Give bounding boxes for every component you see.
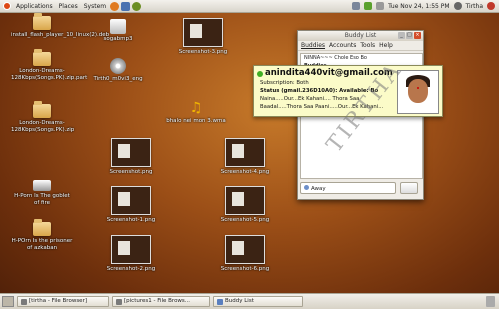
minimize-icon[interactable]: _ [398, 32, 405, 39]
taskbar-item-pictures[interactable]: [pictures1 - File Brows... [112, 296, 210, 307]
taskbar-item-file-browser[interactable]: [tirtha - File Browser] [17, 296, 109, 307]
desktop-icon-screenshot-3[interactable]: Screenshot-3.png [172, 18, 234, 56]
pidgin-tray-icon[interactable] [364, 2, 373, 10]
desktop-icon-flash[interactable]: install_flash_player_10_linux(2).deb [11, 13, 110, 39]
image-thumbnail-icon [183, 18, 223, 47]
places-menu[interactable]: Places [56, 3, 81, 10]
desktop-icon-label: Screenshot-4.png [220, 169, 270, 175]
desktop-icon-label: Screenshot-5.png [220, 217, 270, 223]
desktop-icon-label: London-Dreams-128Kbps(Songs.PK).zip.part [11, 68, 88, 81]
desktop-icon-label: H-POrn Is the prisoner of azkaban [11, 238, 73, 251]
taskbar-label: [tirtha - File Browser] [29, 298, 87, 304]
desktop-icon-label: Screenshot-3.png [178, 49, 228, 55]
music-note-icon: ♫ [189, 100, 203, 116]
system-menu[interactable]: System [81, 3, 109, 10]
folder-icon [116, 298, 122, 305]
dvd-icon [110, 58, 126, 74]
desktop-icon-screenshot-6[interactable]: Screenshot-6.png [214, 235, 276, 273]
power-icon[interactable] [487, 2, 495, 10]
desktop-icon-london-part[interactable]: London-Dreams-128Kbps(Songs.PK).zip.part [11, 49, 88, 81]
desktop-icon-label: H-Porn Is The goblet of fire [14, 193, 70, 206]
package-icon [33, 13, 51, 30]
desktop-icon-label: Screenshot.png [109, 169, 153, 175]
folder-icon [33, 219, 51, 236]
clock[interactable]: Tue Nov 24, 1:55 PM [388, 3, 449, 10]
file-icon [110, 19, 126, 34]
menu-buddies[interactable]: Buddies [301, 42, 325, 49]
buddy-list-titlebar[interactable]: Buddy List _ □ × [298, 31, 423, 41]
tooltip-subscription: Subscription: Both [260, 80, 309, 86]
top-panel: Applications Places System Tue Nov 24, 1… [0, 0, 499, 13]
help-launcher-icon[interactable] [132, 1, 142, 11]
desktop-icon-london-zip[interactable]: London-Dreams-128Kbps(Songs.PK).zip [11, 101, 75, 133]
taskbar-label: Buddy List [225, 298, 254, 304]
desktop-icon-label: London-Dreams-128Kbps(Songs.PK).zip [11, 120, 75, 133]
desktop-icon-dvd[interactable]: Tirth0_m0vi3_eng [87, 58, 149, 83]
close-icon[interactable]: × [414, 32, 421, 39]
archive-file-icon [33, 101, 51, 118]
status-value: Away [311, 186, 326, 192]
desktop-icon-label: Screenshot-2.png [106, 266, 156, 272]
volume-icon[interactable] [376, 2, 385, 10]
image-thumbnail-icon [225, 235, 265, 264]
maximize-icon[interactable]: □ [406, 32, 413, 39]
bottom-panel: [tirtha - File Browser] [pictures1 - Fil… [0, 293, 499, 309]
network-icon[interactable] [352, 2, 361, 10]
image-thumbnail-icon [111, 235, 151, 264]
desktop-icon-azkaban[interactable]: H-POrn Is the prisoner of azkaban [11, 219, 73, 251]
image-thumbnail-icon [111, 138, 151, 167]
folder-icon [21, 298, 27, 305]
tooltip-status-message-1: Naina.....Our...Ek Kahani.... Thora Saa [260, 96, 360, 102]
desktop-icon-label: Screenshot-6.png [220, 266, 270, 272]
desktop-icon-goblet[interactable]: H-Porn Is The goblet of fire [11, 180, 73, 206]
taskbar-item-buddy-list[interactable]: Buddy List [213, 296, 303, 307]
desktop-icon-screenshot-4[interactable]: Screenshot-4.png [214, 138, 276, 176]
menu-help[interactable]: Help [379, 42, 393, 49]
desktop-icon-label: Tirth0_m0vi3_eng [93, 76, 143, 82]
desktop-icon-screenshot-1[interactable]: Screenshot-1.png [100, 186, 162, 224]
desktop-icon-screenshot[interactable]: Screenshot.png [100, 138, 162, 176]
taskbar-label: [pictures1 - File Brows... [124, 298, 191, 304]
image-thumbnail-icon [225, 138, 265, 167]
email-launcher-icon[interactable] [121, 1, 131, 11]
show-desktop-icon[interactable] [2, 296, 14, 307]
pidgin-icon [217, 298, 223, 305]
buddy-row[interactable]: NINNA~~~ Chole Eso Bo [301, 54, 422, 62]
buddy-icon-button[interactable] [400, 182, 418, 194]
desktop: Applications Places System Tue Nov 24, 1… [0, 0, 499, 309]
user-icon [453, 2, 462, 10]
menu-accounts[interactable]: Accounts [329, 42, 356, 49]
desktop-icon-label: bhalo nei mon 3.wma [166, 118, 226, 124]
desktop-icon-label: Screenshot-1.png [106, 217, 156, 223]
user-name[interactable]: Tirtha [466, 3, 483, 10]
archive-file-icon [33, 49, 51, 66]
image-thumbnail-icon [111, 186, 151, 215]
available-status-icon [257, 71, 263, 77]
system-tray: Tue Nov 24, 1:55 PM Tirtha [352, 2, 499, 10]
applications-menu[interactable]: Applications [13, 3, 56, 10]
firefox-launcher-icon[interactable] [110, 1, 120, 11]
away-icon [304, 185, 309, 190]
desktop-icon-screenshot-2[interactable]: Screenshot-2.png [100, 235, 162, 273]
trash-icon[interactable] [486, 296, 495, 307]
desktop-icon-label: install_flash_player_10_linux(2).deb [11, 32, 110, 38]
desktop-icon-music[interactable]: ♫ bhalo nei mon 3.wma [165, 100, 227, 125]
desktop-icon-label: sogabmp3 [103, 36, 133, 42]
desktop-icon-screenshot-5[interactable]: Screenshot-5.png [214, 186, 276, 224]
status-selector[interactable]: Away [300, 182, 396, 194]
desktop-icon-sogabmp3[interactable]: sogabmp3 [87, 19, 149, 43]
image-thumbnail-icon [225, 186, 265, 215]
buddy-list-menubar: Buddies Accounts Tools Help [298, 41, 423, 51]
menu-tools[interactable]: Tools [360, 42, 375, 49]
drive-icon [33, 180, 51, 191]
window-controls: _ □ × [398, 32, 421, 39]
ubuntu-logo-icon[interactable] [3, 2, 11, 10]
window-title: Buddy List [344, 32, 377, 39]
